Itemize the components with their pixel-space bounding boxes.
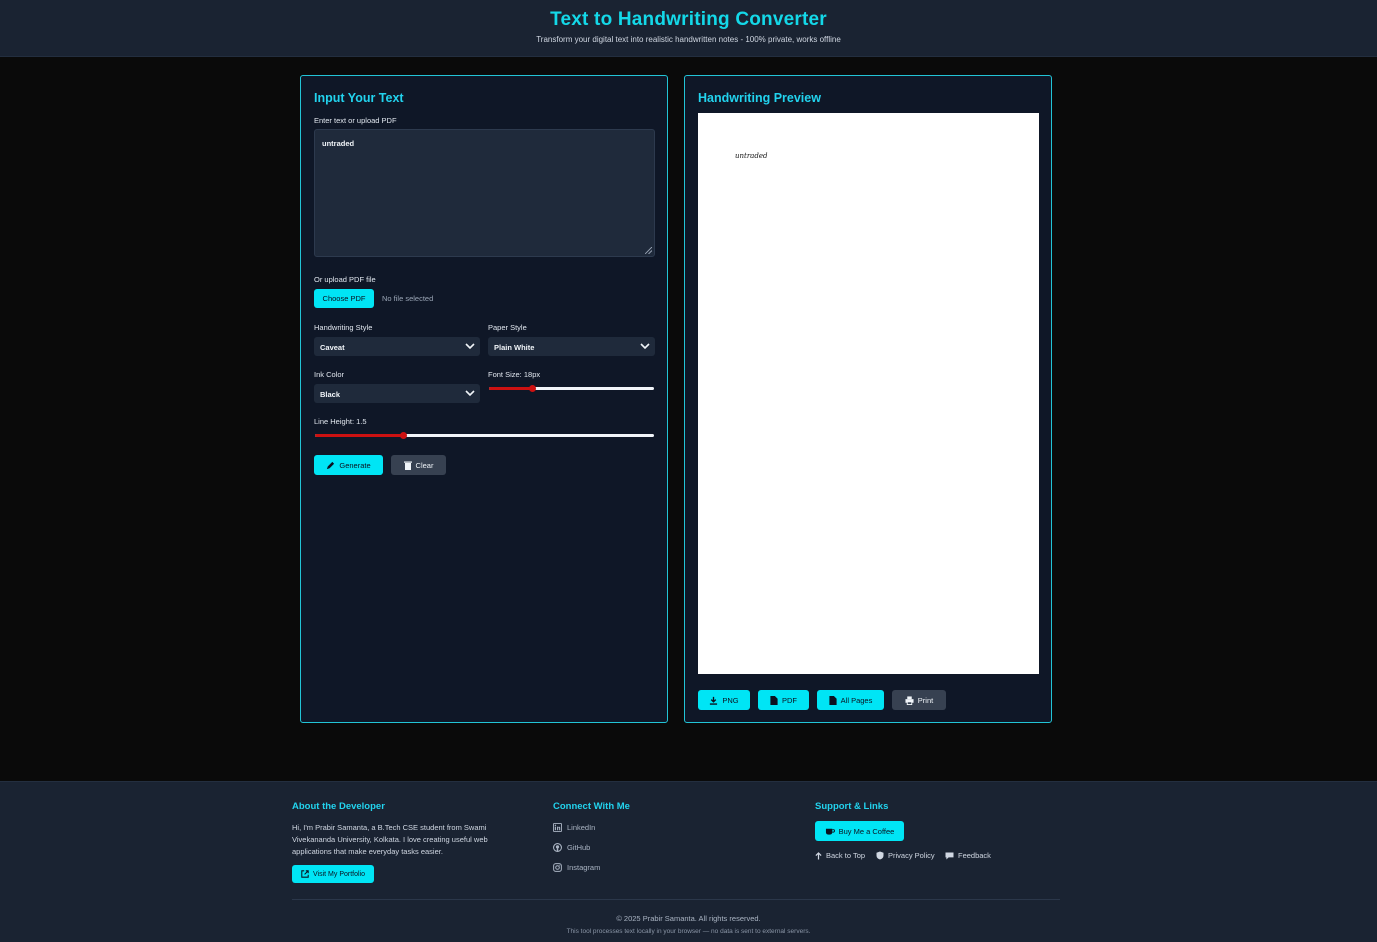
github-link[interactable]: GitHub [553, 843, 590, 852]
about-text: Hi, I'm Prabir Samanta, a B.Tech CSE stu… [292, 823, 488, 856]
chevron-down-icon [465, 390, 475, 397]
file-icon [829, 695, 837, 705]
paper-style-value: Plain White [494, 343, 535, 352]
linkedin-icon [553, 823, 562, 832]
handwritten-text: untraded [735, 152, 768, 160]
handwriting-style-label: Handwriting Style [314, 323, 373, 332]
generate-button[interactable]: Generate [314, 455, 383, 475]
preview-panel: Handwriting Preview untraded PNG PDF All… [684, 75, 1052, 723]
instagram-icon [553, 863, 562, 872]
linkedin-label: LinkedIn [567, 823, 596, 832]
shield-icon [876, 851, 884, 860]
footer: About the Developer Hi, I'm Prabir Saman… [0, 781, 1377, 942]
external-link-icon [301, 870, 309, 878]
coffee-icon [825, 828, 835, 835]
arrow-up-icon [815, 851, 822, 859]
preview-panel-title: Handwriting Preview [698, 91, 821, 105]
feedback-link[interactable]: Feedback [945, 851, 991, 860]
ink-color-label: Ink Color [314, 370, 345, 379]
page-subtitle: Transform your digital text into realist… [536, 35, 841, 44]
connect-title: Connect With Me [553, 801, 630, 812]
portfolio-label: Visit My Portfolio [313, 870, 365, 878]
github-label: GitHub [567, 843, 591, 852]
trash-icon [403, 461, 412, 470]
support-title: Support & Links [815, 801, 889, 812]
font-size-label: Font Size: 18px [488, 370, 541, 379]
handwriting-canvas: untraded [698, 113, 1039, 674]
chevron-down-icon [465, 343, 475, 350]
printer-icon [905, 695, 914, 705]
line-height-slider-thumb[interactable] [400, 432, 408, 439]
all-pages-label: All Pages [840, 695, 873, 705]
instagram-link[interactable]: Instagram [553, 863, 600, 872]
copyright-text: © 2025 Prabir Samanta. All rights reserv… [616, 914, 761, 923]
handwriting-style-value: Caveat [320, 343, 345, 352]
linkedin-link[interactable]: LinkedIn [553, 823, 595, 832]
choose-pdf-button[interactable]: Choose PDF [314, 289, 374, 308]
generate-label: Generate [339, 460, 371, 470]
resize-handle-icon[interactable] [645, 247, 652, 254]
app-header: Text to Handwriting Converter Transform … [0, 0, 1377, 57]
choose-pdf-label: Choose PDF [322, 294, 366, 303]
text-input-label: Enter text or upload PDF [314, 116, 397, 125]
upload-label: Or upload PDF file [314, 275, 376, 284]
page-title: Text to Handwriting Converter [550, 9, 827, 30]
about-title: About the Developer [292, 801, 385, 812]
line-height-slider[interactable] [315, 432, 654, 439]
print-label: Print [917, 695, 934, 705]
input-panel-title: Input Your Text [314, 91, 404, 105]
pdf-label: PDF [782, 695, 797, 705]
paper-style-label: Paper Style [488, 323, 527, 332]
font-size-slider[interactable] [489, 385, 654, 392]
line-height-label: Line Height: 1.5 [314, 417, 367, 426]
ink-color-select[interactable]: Black [314, 384, 480, 403]
text-input[interactable]: untraded [314, 129, 655, 257]
privacy-note: This tool processes text locally in your… [566, 928, 811, 935]
privacy-label: Privacy Policy [888, 851, 935, 860]
download-pdf-button[interactable]: PDF [758, 690, 809, 710]
font-size-slider-thumb[interactable] [528, 385, 536, 392]
privacy-policy-link[interactable]: Privacy Policy [876, 851, 935, 860]
feedback-label: Feedback [958, 851, 991, 860]
text-input-value: untraded [322, 139, 355, 148]
clear-label: Clear [415, 460, 434, 470]
back-to-top-link[interactable]: Back to Top [815, 851, 865, 860]
print-button[interactable]: Print [892, 690, 946, 710]
png-label: PNG [722, 695, 739, 705]
instagram-label: Instagram [567, 863, 601, 872]
comment-icon [945, 851, 954, 860]
input-panel: Input Your Text Enter text or upload PDF… [300, 75, 668, 723]
github-icon [553, 843, 562, 852]
ink-color-value: Black [320, 390, 341, 399]
download-icon [710, 696, 718, 705]
no-file-text: No file selected [382, 294, 434, 303]
download-all-pages-button[interactable]: All Pages [817, 690, 884, 710]
clear-button[interactable]: Clear [391, 455, 446, 475]
chevron-down-icon [640, 343, 650, 350]
pencil-icon [327, 461, 335, 469]
pdf-file-icon [770, 695, 778, 705]
coffee-label: Buy Me a Coffee [838, 826, 895, 836]
paper-style-select[interactable]: Plain White [488, 337, 655, 356]
handwriting-style-select[interactable]: Caveat [314, 337, 480, 356]
line-height-slider-fill [315, 434, 404, 437]
back-to-top-label: Back to Top [826, 851, 866, 860]
visit-portfolio-button[interactable]: Visit My Portfolio [292, 865, 374, 883]
download-png-button[interactable]: PNG [698, 690, 750, 710]
footer-divider [292, 899, 1060, 900]
font-size-slider-fill [489, 387, 532, 390]
buy-me-a-coffee-button[interactable]: Buy Me a Coffee [815, 821, 904, 841]
